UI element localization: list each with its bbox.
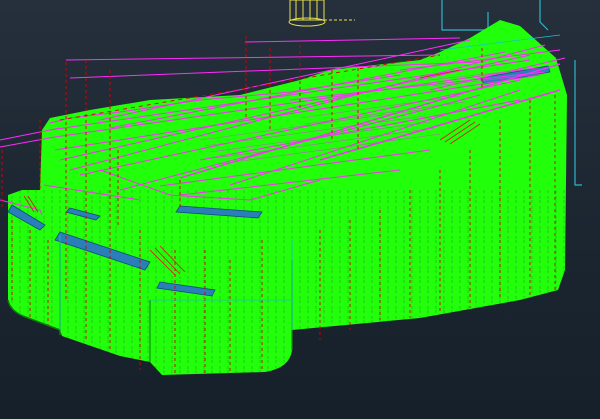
toolpath-scene[interactable] xyxy=(0,0,600,419)
cutter-tool-icon[interactable] xyxy=(288,0,355,27)
cam-3d-viewport[interactable] xyxy=(0,0,600,419)
